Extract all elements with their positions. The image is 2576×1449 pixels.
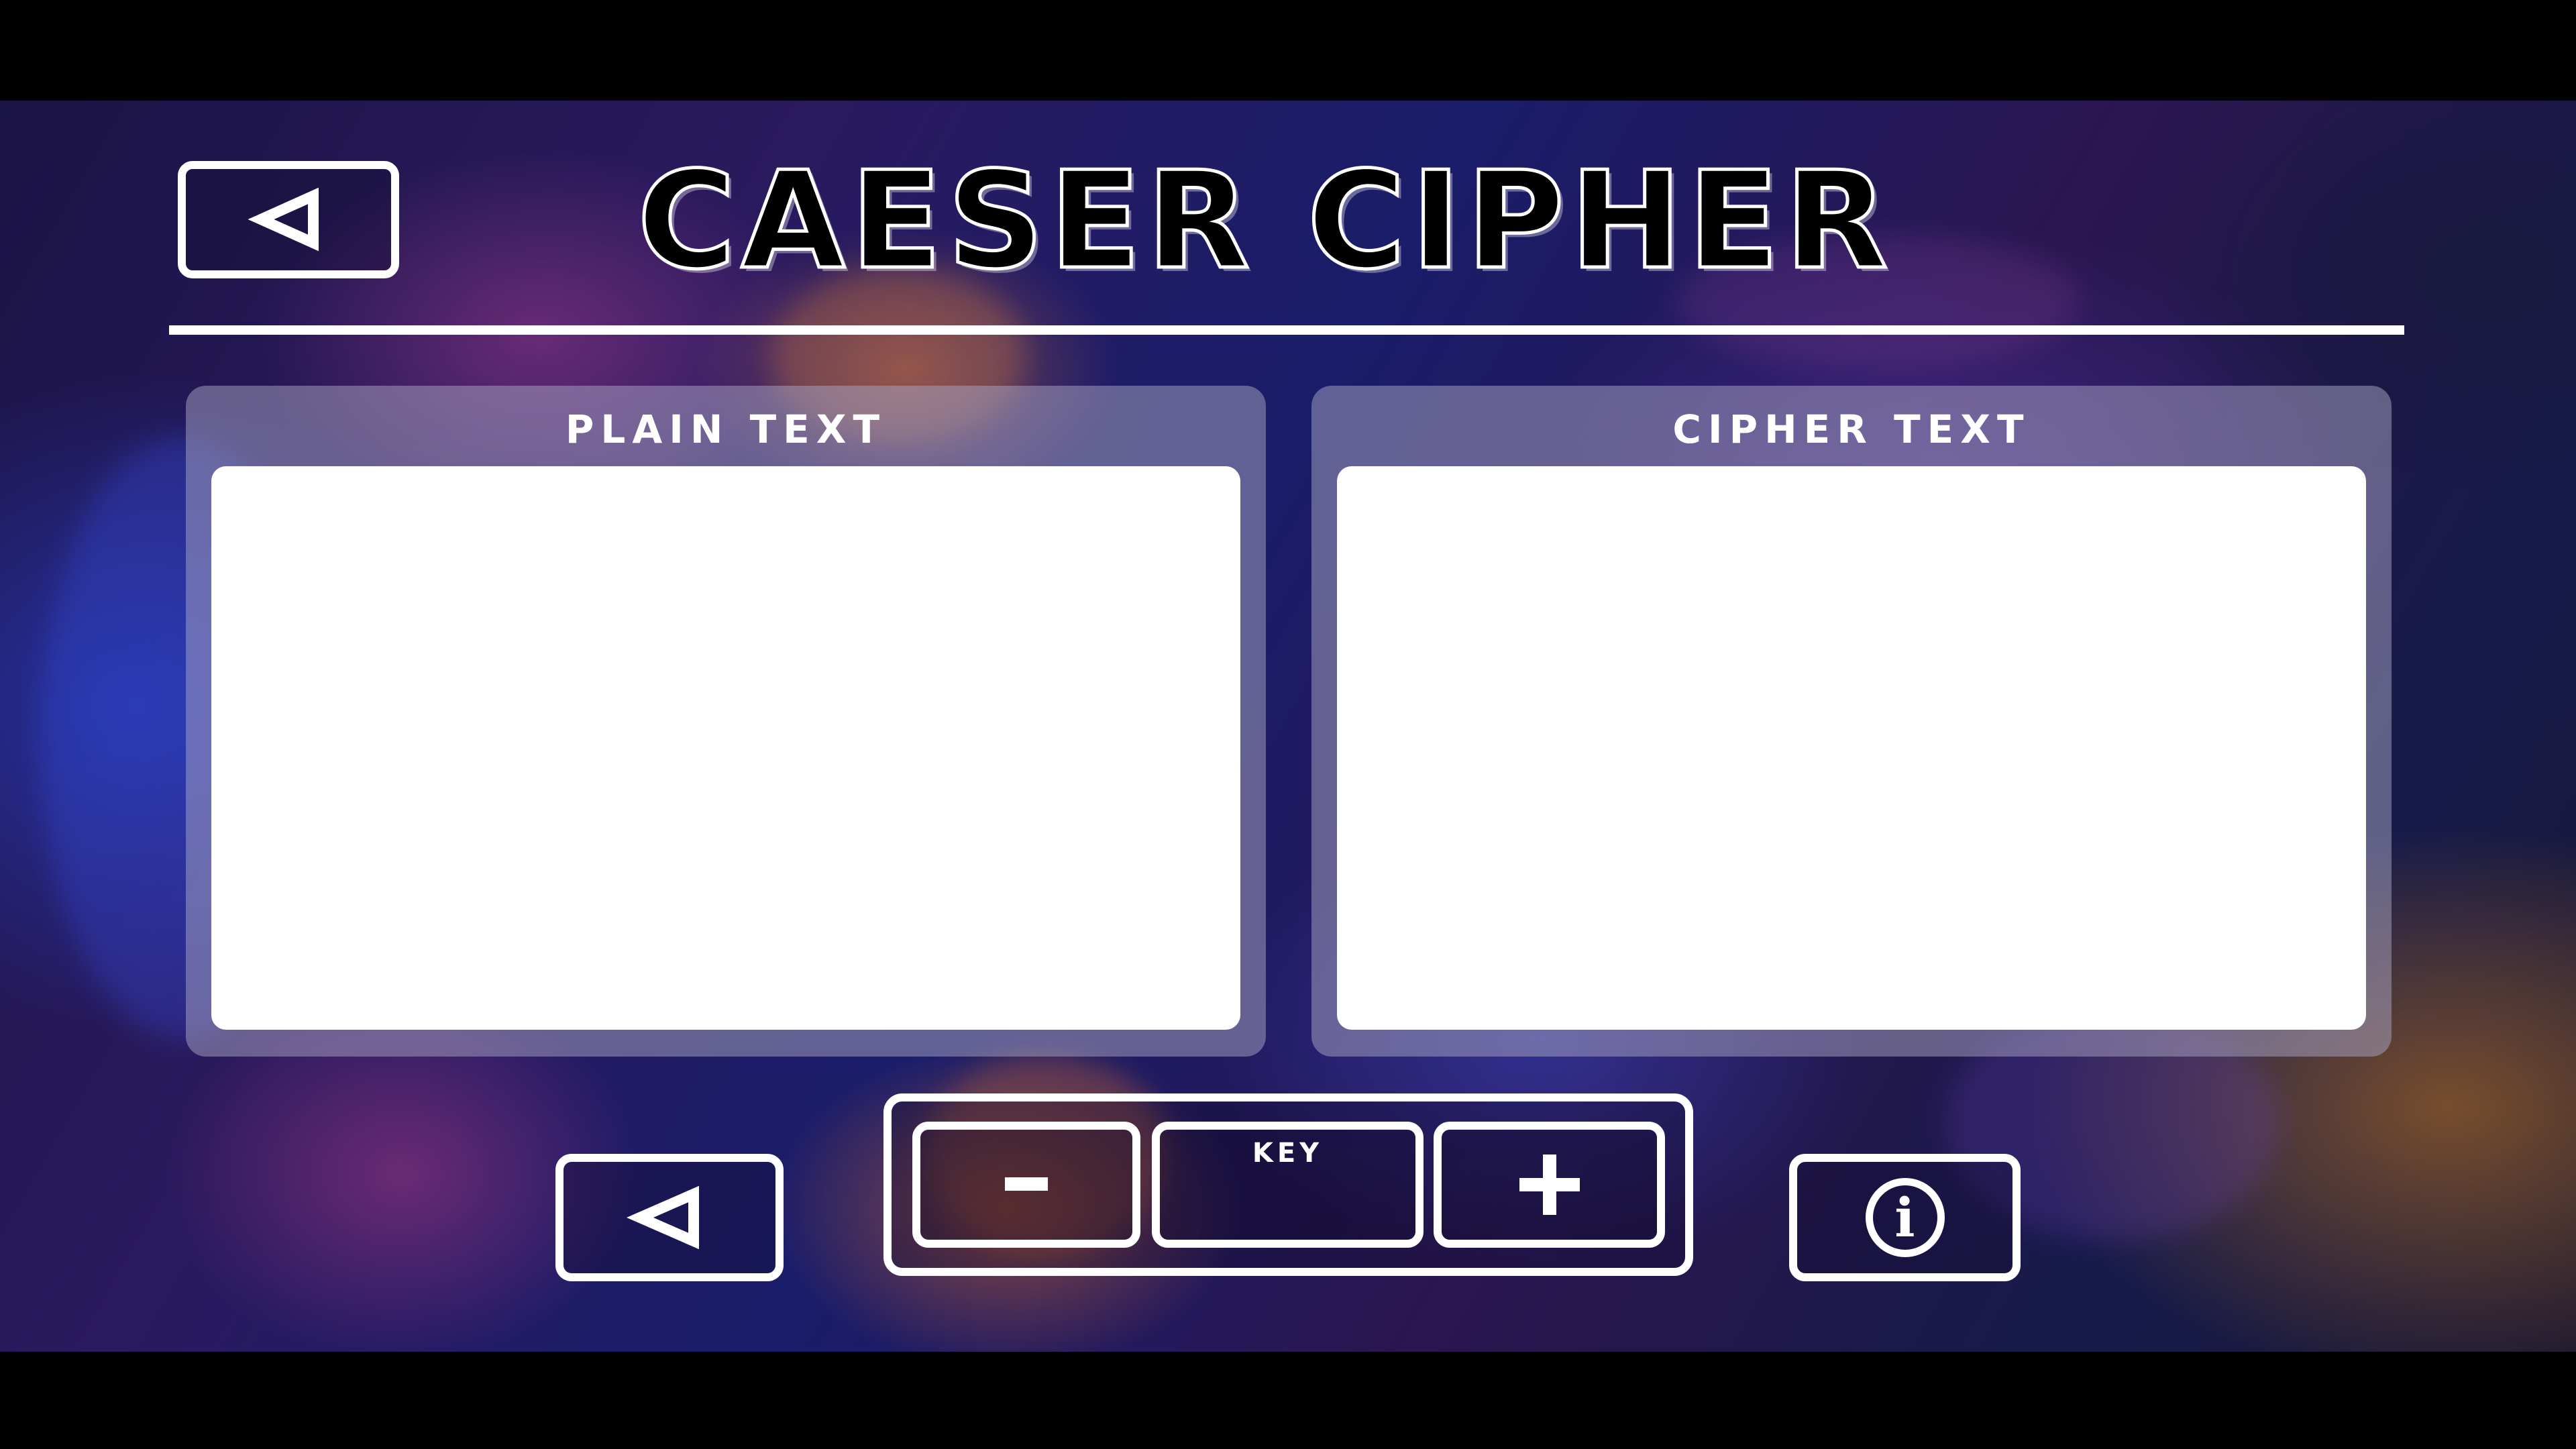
cipher-text-panel: CIPHER TEXT bbox=[1311, 386, 2392, 1057]
cipher-text-output[interactable] bbox=[1337, 466, 2366, 1030]
app-screen: CAESER CIPHER PLAIN TEXT CIPHER TEXT KEY bbox=[0, 101, 2576, 1352]
bottom-back-button[interactable] bbox=[555, 1154, 784, 1281]
plain-text-label: PLAIN TEXT bbox=[565, 407, 887, 452]
key-value bbox=[1160, 1157, 1415, 1237]
info-button[interactable]: i bbox=[1789, 1154, 2021, 1281]
back-triangle-icon bbox=[248, 187, 319, 252]
info-icon-wrapper: i bbox=[1797, 1162, 2012, 1273]
header-back-button[interactable] bbox=[178, 161, 399, 278]
plain-text-input[interactable] bbox=[211, 466, 1240, 1030]
back-triangle-icon bbox=[627, 1185, 699, 1250]
plain-text-panel: PLAIN TEXT bbox=[186, 386, 1266, 1057]
plus-icon bbox=[1442, 1130, 1657, 1240]
header-divider bbox=[169, 325, 2404, 335]
info-icon: i bbox=[1865, 1178, 1945, 1257]
letterbox-bottom bbox=[0, 1352, 2576, 1449]
decrease-key-button[interactable] bbox=[912, 1122, 1140, 1248]
key-display[interactable]: KEY bbox=[1152, 1122, 1424, 1248]
cipher-text-label: CIPHER TEXT bbox=[1672, 407, 2031, 452]
page-title: CAESER CIPHER bbox=[636, 143, 1894, 299]
letterbox-top bbox=[0, 0, 2576, 101]
minus-icon bbox=[920, 1130, 1132, 1240]
increase-key-button[interactable] bbox=[1434, 1122, 1665, 1248]
